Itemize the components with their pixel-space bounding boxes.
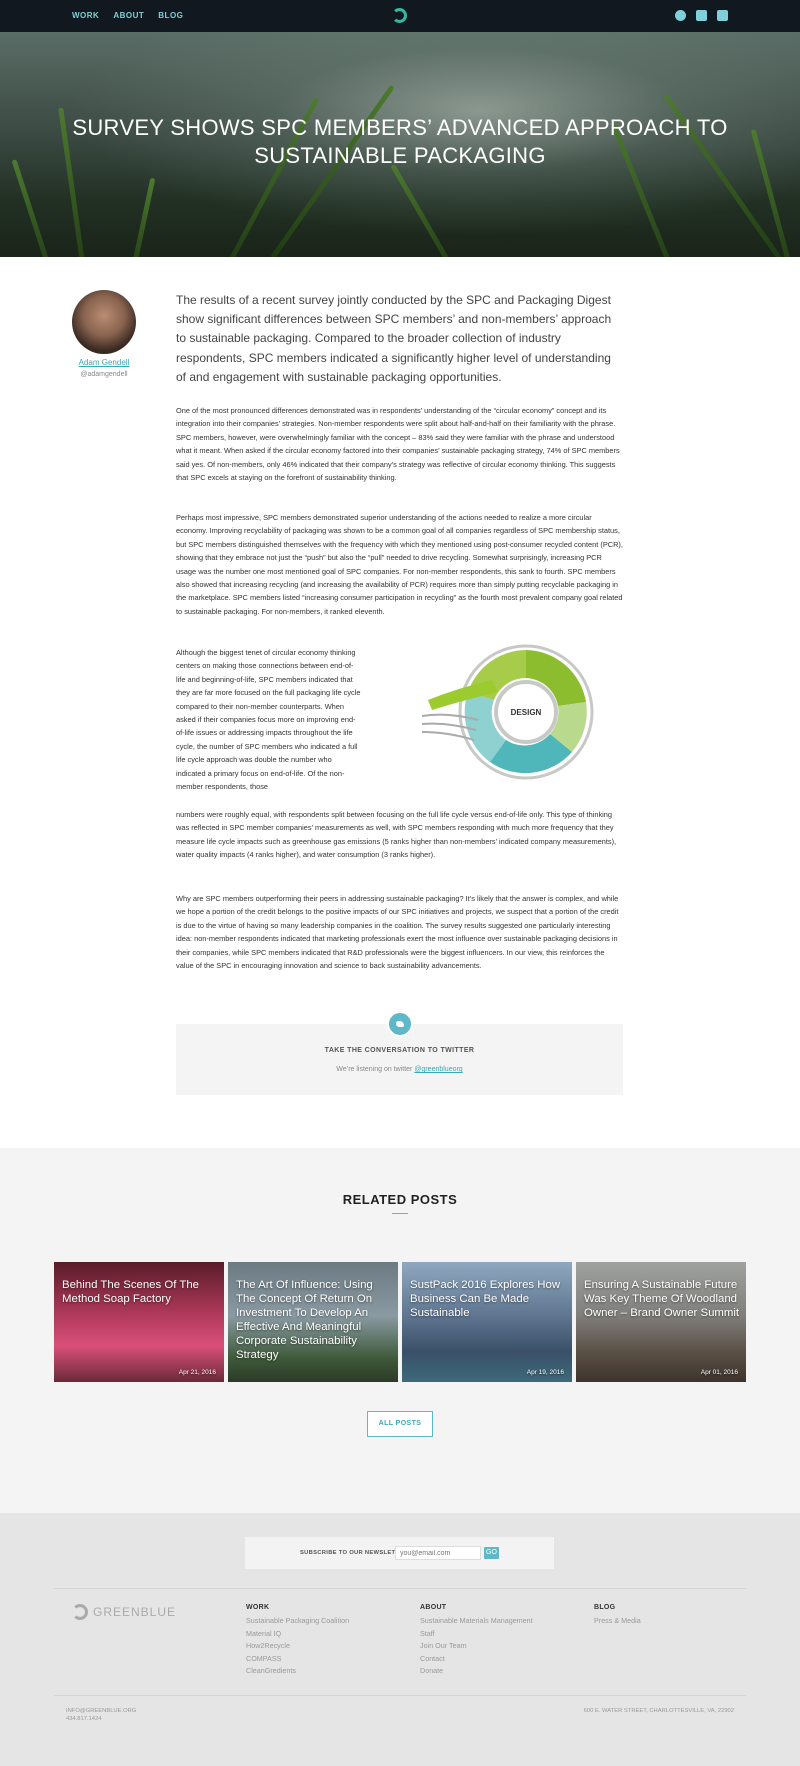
footer-phone: 434.817.1424: [66, 1716, 102, 1722]
footer-col-blog: BLOG Press & Media: [594, 1604, 641, 1628]
diagram-center-label: DESIGN: [511, 708, 542, 717]
page-title: SURVEY SHOWS SPC MEMBERS’ ADVANCED APPRO…: [72, 115, 728, 168]
nav-about-link[interactable]: ABOUT: [113, 11, 144, 20]
all-posts-button[interactable]: ALL POSTS: [367, 1411, 433, 1437]
article-paragraph: One of the most pronounced differences d…: [176, 406, 620, 483]
title-underline: [392, 1213, 408, 1214]
footer-address: 600 E. WATER STREET, CHARLOTTESVILLE, VA…: [583, 1708, 734, 1714]
article-paragraph: Why are SPC members outperforming their …: [176, 894, 619, 971]
footer-col-title: BLOG: [594, 1604, 616, 1611]
circle-icon[interactable]: [675, 10, 686, 21]
twitter-cta-title: TAKE THE CONVERSATION TO TWITTER: [324, 1047, 475, 1054]
nav-work-link[interactable]: WORK: [72, 11, 99, 20]
footer-link[interactable]: Press & Media: [594, 1615, 641, 1628]
footer-link[interactable]: Donate: [420, 1665, 533, 1678]
post-title: Ensuring A Sustainable Future Was Key Th…: [584, 1279, 740, 1319]
related-post-card[interactable]: Ensuring A Sustainable Future Was Key Th…: [576, 1262, 746, 1382]
related-post-card[interactable]: Behind The Scenes Of The Method Soap Fac…: [54, 1262, 224, 1382]
post-date: Apr 21, 2016: [178, 1369, 216, 1376]
footer-col-work: WORK Sustainable Packaging Coalition Mat…: [246, 1604, 349, 1678]
related-posts-title: RELATED POSTS: [342, 1192, 458, 1207]
post-date: Apr 19, 2016: [526, 1369, 564, 1376]
footer-link[interactable]: Contact: [420, 1653, 533, 1666]
post-date: Apr 01, 2016: [700, 1369, 738, 1376]
twitter-handle-link[interactable]: @greenblueorg: [414, 1066, 462, 1073]
post-title: SustPack 2016 Explores How Business Can …: [410, 1279, 561, 1319]
greenblue-logo-icon[interactable]: [392, 8, 407, 23]
post-title: The Art Of Influence: Using The Concept …: [236, 1279, 373, 1361]
newsletter-label: SUBSCRIBE TO OUR NEWSLETTER: [300, 1550, 408, 1556]
footer-col-about: ABOUT Sustainable Materials Management S…: [420, 1604, 533, 1678]
life-cycle-diagram: DESIGN: [421, 644, 594, 780]
twitter-icon[interactable]: [387, 1011, 413, 1037]
article-paragraph: Although the biggest tenet of circular e…: [176, 648, 361, 792]
article-paragraph: numbers were roughly equal, with respond…: [176, 810, 617, 860]
footer-divider: [54, 1695, 746, 1696]
footer-col-title: ABOUT: [420, 1604, 447, 1611]
footer-logo-text[interactable]: GREENBLUE: [93, 1605, 176, 1619]
related-post-card[interactable]: The Art Of Influence: Using The Concept …: [228, 1262, 398, 1382]
article-lead: The results of a recent survey jointly c…: [176, 293, 612, 384]
post-title: Behind The Scenes Of The Method Soap Fac…: [62, 1279, 199, 1305]
author-name-link[interactable]: Adam Gendell: [60, 358, 148, 367]
footer-divider: [54, 1588, 746, 1589]
social-links: [675, 10, 728, 21]
article-paragraph: Perhaps most impressive, SPC members dem…: [176, 513, 623, 616]
footer-link[interactable]: COMPASS: [246, 1653, 349, 1666]
footer-email-link[interactable]: INFO@GREENBLUE.ORG: [66, 1708, 136, 1714]
footer-link[interactable]: Sustainable Packaging Coalition: [246, 1615, 349, 1628]
twitter-cta-text: We’re listening on twitter @greenblueorg: [336, 1066, 463, 1073]
facebook-icon[interactable]: [717, 10, 728, 21]
footer-col-title: WORK: [246, 1604, 270, 1611]
nav-links: WORK ABOUT BLOG: [72, 11, 183, 20]
footer-link[interactable]: How2Recycle: [246, 1640, 349, 1653]
hero-banner: SURVEY SHOWS SPC MEMBERS’ ADVANCED APPRO…: [0, 32, 800, 257]
newsletter-email-input[interactable]: [395, 1546, 481, 1560]
newsletter-submit-button[interactable]: GO: [484, 1547, 499, 1559]
related-post-card[interactable]: SustPack 2016 Explores How Business Can …: [402, 1262, 572, 1382]
footer-link[interactable]: CleanGredients: [246, 1665, 349, 1678]
footer-link[interactable]: Sustainable Materials Management: [420, 1615, 533, 1628]
author-handle: @adamgendell: [80, 371, 128, 378]
twitter-icon[interactable]: [696, 10, 707, 21]
footer-link[interactable]: Join Our Team: [420, 1640, 533, 1653]
footer-link[interactable]: Staff: [420, 1628, 533, 1641]
author-avatar: [72, 290, 136, 354]
top-nav: WORK ABOUT BLOG: [0, 0, 800, 32]
greenblue-logo-icon[interactable]: [72, 1604, 88, 1620]
footer-link[interactable]: Material IQ: [246, 1628, 349, 1641]
nav-blog-link[interactable]: BLOG: [158, 11, 183, 20]
